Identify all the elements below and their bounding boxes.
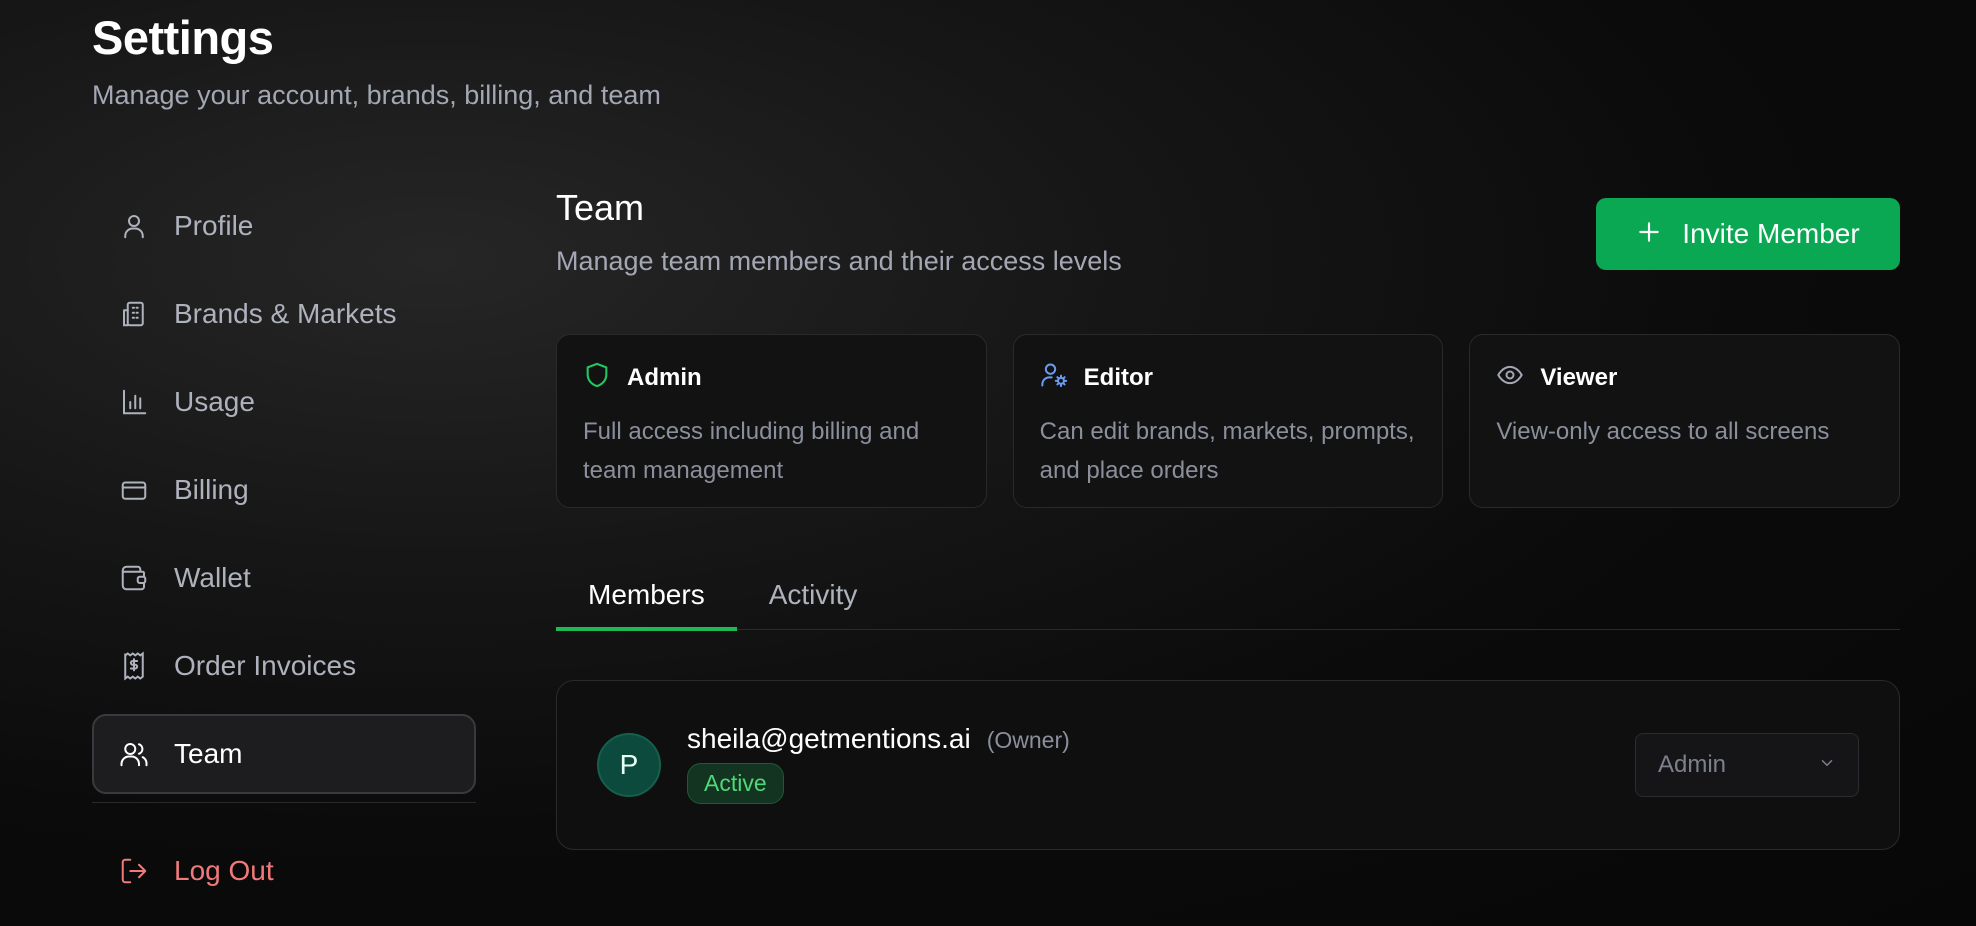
- tab-members[interactable]: Members: [556, 562, 737, 631]
- member-role-select[interactable]: Admin: [1635, 733, 1859, 797]
- role-name: Admin: [627, 363, 702, 391]
- logout-icon: [118, 855, 150, 887]
- page-title: Settings: [92, 11, 274, 64]
- status-badge: Active: [687, 763, 784, 804]
- role-description: View-only access to all screens: [1496, 418, 1830, 445]
- tab-activity[interactable]: Activity: [737, 562, 890, 629]
- member-info: sheila@getmentions.ai (Owner) Active: [687, 723, 1070, 804]
- avatar: P: [597, 733, 661, 797]
- member-row: P sheila@getmentions.ai (Owner) Active A…: [556, 680, 1900, 850]
- role-description: Can edit brands, markets, prompts, and p…: [1039, 418, 1415, 484]
- sidebar-item-wallet[interactable]: Wallet: [92, 538, 476, 618]
- wallet-icon: [118, 562, 150, 594]
- role-select-value: Admin: [1658, 751, 1727, 778]
- sidebar-item-billing[interactable]: Billing: [92, 450, 476, 530]
- shield-icon: [583, 361, 627, 394]
- receipt-icon: [118, 650, 150, 682]
- role-name: Viewer: [1540, 363, 1618, 391]
- user-cog-icon: [1040, 361, 1084, 394]
- sidebar-item-brands-markets[interactable]: Brands & Markets: [92, 274, 476, 354]
- logout-button[interactable]: Log Out: [92, 831, 476, 911]
- credit-card-icon: [118, 474, 150, 506]
- bar-chart-icon: [118, 386, 150, 418]
- sidebar-item-label: Brands & Markets: [174, 298, 397, 329]
- role-name: Editor: [1083, 363, 1153, 391]
- sidebar-item-team[interactable]: Team: [92, 714, 476, 794]
- team-section: Team Manage team members and their acces…: [556, 186, 1901, 850]
- page-subtitle: Manage your account, brands, billing, an…: [92, 80, 661, 110]
- sidebar-item-label: Usage: [174, 386, 255, 417]
- role-card-editor: Editor Can edit brands, markets, prompts…: [1012, 334, 1444, 508]
- member-email: sheila@getmentions.ai: [687, 723, 971, 754]
- sidebar-item-order-invoices[interactable]: Order Invoices: [92, 626, 476, 706]
- users-icon: [118, 738, 150, 770]
- user-icon: [118, 210, 150, 242]
- sidebar-item-usage[interactable]: Usage: [92, 362, 476, 442]
- role-description: Full access including billing and team m…: [583, 418, 920, 484]
- sidebar-divider: [92, 802, 476, 803]
- sidebar-item-profile[interactable]: Profile: [92, 186, 476, 266]
- role-card-admin: Admin Full access including billing and …: [556, 334, 987, 508]
- invite-member-label: Invite Member: [1682, 218, 1860, 249]
- role-card-viewer: Viewer View-only access to all screens: [1469, 334, 1901, 508]
- sidebar-item-label: Team: [174, 738, 243, 769]
- page-header: Settings Manage your account, brands, bi…: [92, 10, 661, 112]
- eye-icon: [1496, 361, 1540, 394]
- sidebar-item-label: Billing: [174, 474, 249, 505]
- role-cards: Admin Full access including billing and …: [556, 334, 1901, 508]
- owner-tag: (Owner): [986, 727, 1070, 753]
- settings-sidebar: Profile Brands & Markets Usage Billing W…: [92, 186, 476, 919]
- team-tabs: Members Activity: [556, 562, 1900, 631]
- plus-icon: [1636, 217, 1662, 251]
- sidebar-item-label: Profile: [174, 210, 254, 241]
- sidebar-item-label: Wallet: [174, 562, 251, 593]
- invite-member-button[interactable]: Invite Member: [1596, 198, 1900, 270]
- chevron-down-icon: [1818, 751, 1836, 779]
- building-icon: [118, 298, 150, 330]
- logout-label: Log Out: [174, 855, 274, 886]
- sidebar-item-label: Order Invoices: [174, 650, 357, 681]
